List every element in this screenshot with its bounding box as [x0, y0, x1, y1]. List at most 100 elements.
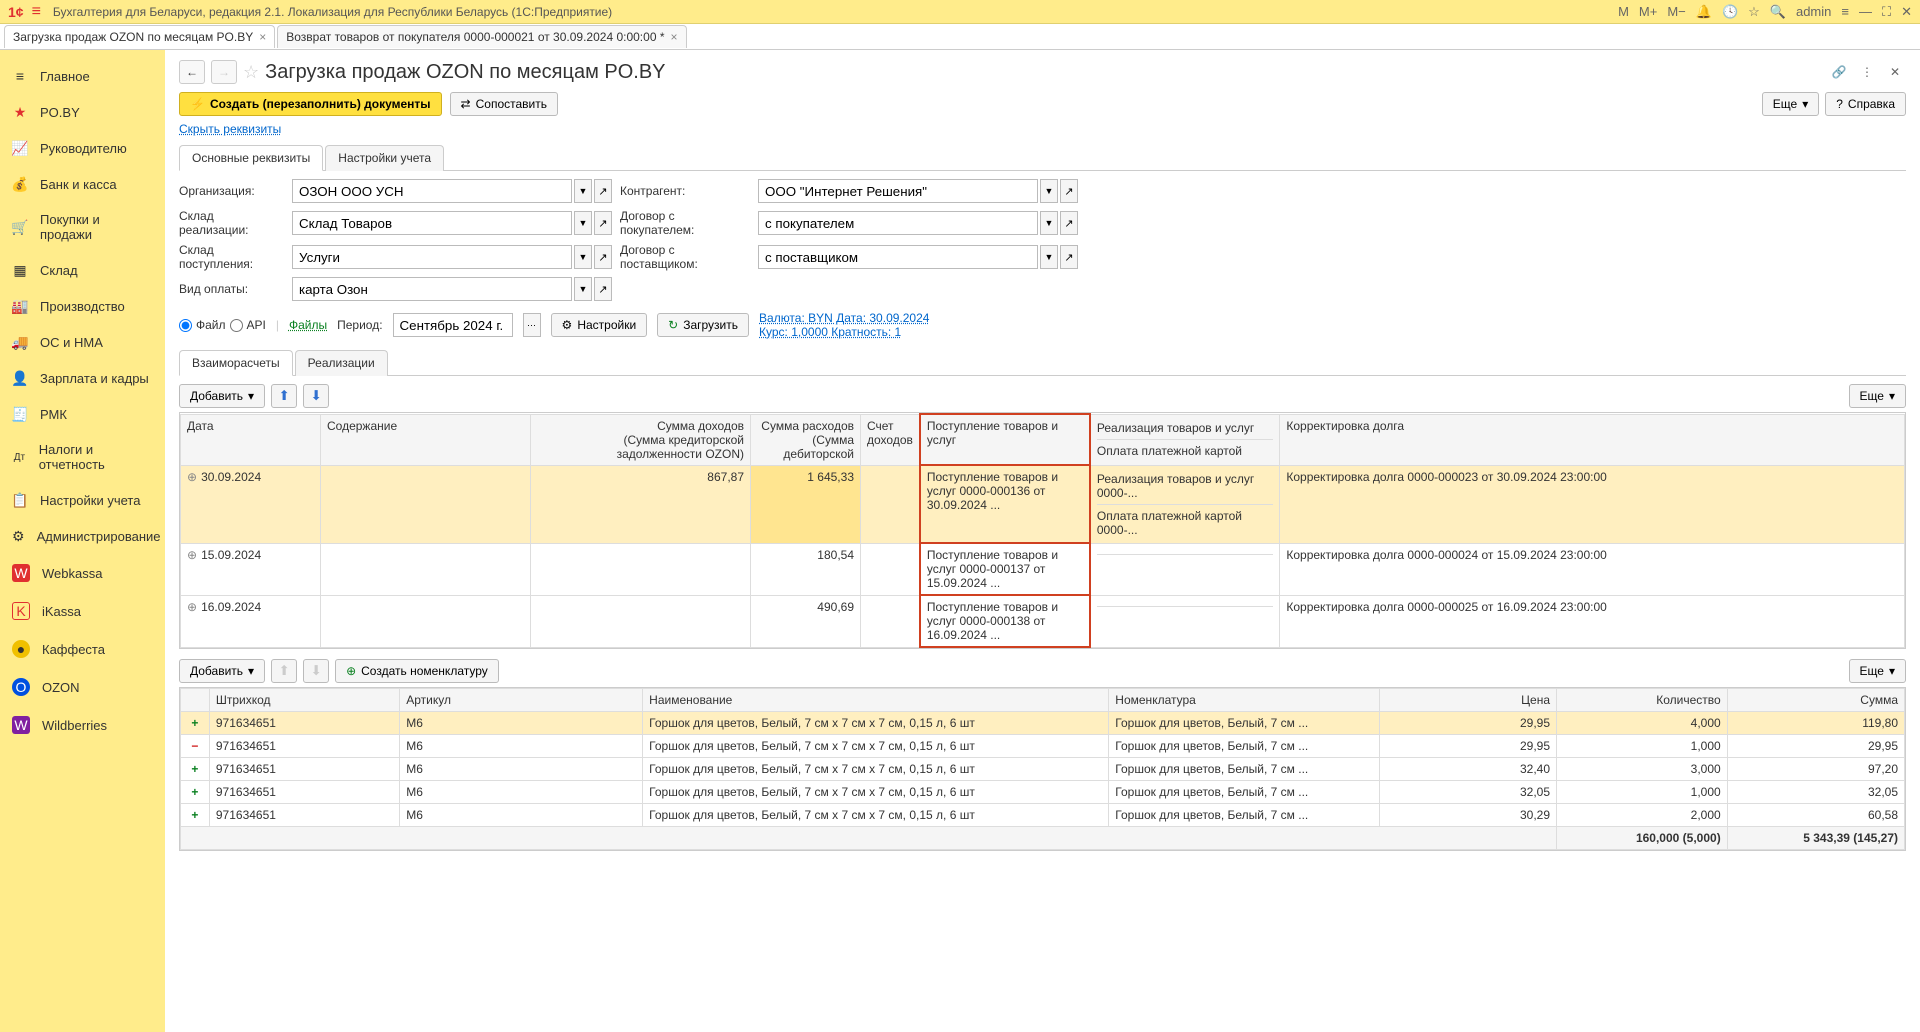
cell-date[interactable]: ⊕30.09.2024 — [181, 465, 321, 543]
sidebar-item-assets[interactable]: 🚚ОС и НМА — [0, 324, 165, 360]
close-icon[interactable]: ✕ — [1901, 4, 1912, 20]
col-price[interactable]: Цена — [1379, 689, 1556, 712]
radio-file[interactable]: Файл — [179, 318, 226, 332]
open-icon[interactable]: ↗ — [594, 179, 612, 203]
cell-post[interactable]: Поступление товаров и услуг 0000-000136 … — [920, 465, 1090, 543]
col-qty[interactable]: Количество — [1557, 689, 1728, 712]
open-icon[interactable]: ↗ — [594, 277, 612, 301]
more-button-table[interactable]: Еще ▾ — [1849, 384, 1906, 408]
cell-real[interactable]: Реализация товаров и услуг 0000-...Оплат… — [1090, 465, 1280, 543]
tab-return[interactable]: Возврат товаров от покупателя 0000-00002… — [277, 25, 686, 48]
radio-file-input[interactable] — [179, 319, 192, 332]
col-sum[interactable]: Сумма — [1727, 689, 1904, 712]
sidebar-item-manager[interactable]: 📈Руководителю — [0, 130, 165, 166]
bell-icon[interactable]: 🔔 — [1696, 4, 1712, 20]
dog-post-input[interactable] — [758, 245, 1038, 269]
expand-icon[interactable]: ⊕ — [187, 600, 197, 614]
dropdown-icon[interactable]: ▼ — [574, 211, 592, 235]
sidebar-item-settings[interactable]: 📋Настройки учета — [0, 482, 165, 518]
period-input[interactable] — [393, 313, 513, 337]
cell-qty[interactable]: 3,000 — [1557, 758, 1728, 781]
cell-nom[interactable]: Горшок для цветов, Белый, 7 см ... — [1109, 804, 1379, 827]
cell-price[interactable]: 29,95 — [1379, 712, 1556, 735]
radio-api-input[interactable] — [230, 319, 243, 332]
sidebar-item-bank[interactable]: 💰Банк и касса — [0, 166, 165, 202]
sidebar-item-poby[interactable]: ★PO.BY — [0, 94, 165, 130]
cell-date[interactable]: ⊕16.09.2024 — [181, 595, 321, 647]
move-up-button[interactable]: ⬆ — [271, 384, 297, 408]
dropdown-icon[interactable]: ▼ — [574, 179, 592, 203]
sidebar-item-ozon[interactable]: OOZON — [0, 668, 165, 706]
tab-close-icon[interactable]: × — [259, 30, 266, 44]
open-icon[interactable]: ↗ — [1060, 179, 1078, 203]
move-down-button-bottom[interactable]: ⬇ — [303, 659, 329, 683]
col-name[interactable]: Наименование — [643, 689, 1109, 712]
sidebar-item-production[interactable]: 🏭Производство — [0, 288, 165, 324]
cell-qty[interactable]: 1,000 — [1557, 781, 1728, 804]
cell-post[interactable]: Поступление товаров и услуг 0000-000137 … — [920, 543, 1090, 595]
cell-corr[interactable]: Корректировка долга 0000-000025 от 16.09… — [1280, 595, 1905, 647]
dropdown-icon[interactable]: ▼ — [1040, 211, 1058, 235]
cell-barcode[interactable]: 971634651 — [209, 804, 399, 827]
cell-income[interactable]: 867,87 — [531, 465, 751, 543]
user-label[interactable]: admin — [1796, 4, 1831, 19]
open-icon[interactable]: ↗ — [1060, 245, 1078, 269]
table-row[interactable]: + 971634651 M6 Горшок для цветов, Белый,… — [181, 781, 1905, 804]
rate-link[interactable]: Курс: 1,0000 Кратность: 1 — [759, 325, 929, 339]
more-icon[interactable]: ⋮ — [1856, 61, 1878, 83]
cell-art[interactable]: M6 — [400, 735, 643, 758]
dropdown-icon[interactable]: ▼ — [574, 245, 592, 269]
cell-nom[interactable]: Горшок для цветов, Белый, 7 см ... — [1109, 758, 1379, 781]
create-docs-button[interactable]: ⚡Создать (перезаполнить) документы — [179, 92, 442, 116]
tab-settlements[interactable]: Взаиморасчеты — [179, 350, 293, 376]
expand-icon[interactable]: ⊕ — [187, 548, 197, 562]
cell-qty[interactable]: 4,000 — [1557, 712, 1728, 735]
table-row[interactable]: + 971634651 M6 Горшок для цветов, Белый,… — [181, 804, 1905, 827]
tab-close-icon[interactable]: × — [671, 30, 678, 44]
star-icon[interactable]: ☆ — [1748, 4, 1760, 20]
more-button-bottom[interactable]: Еще ▾ — [1849, 659, 1906, 683]
cell-price[interactable]: 29,95 — [1379, 735, 1556, 758]
sidebar-item-hr[interactable]: 👤Зарплата и кадры — [0, 360, 165, 396]
cell-content[interactable] — [321, 543, 531, 595]
sidebar-item-admin[interactable]: ⚙Администрирование — [0, 518, 165, 554]
cell-barcode[interactable]: 971634651 — [209, 758, 399, 781]
cell-sign[interactable]: + — [181, 781, 210, 804]
cell-name[interactable]: Горшок для цветов, Белый, 7 см x 7 см x … — [643, 804, 1109, 827]
more-button[interactable]: Еще ▾ — [1762, 92, 1819, 116]
history-icon[interactable]: 🕓 — [1722, 4, 1738, 20]
currency-link[interactable]: Валюта: BYN Дата: 30.09.2024 — [759, 311, 929, 325]
expand-icon[interactable]: ⊕ — [187, 470, 197, 484]
table-row[interactable]: ⊕15.09.2024 180,54 Поступление товаров и… — [181, 543, 1905, 595]
cell-name[interactable]: Горшок для цветов, Белый, 7 см x 7 см x … — [643, 712, 1109, 735]
cell-income[interactable] — [531, 595, 751, 647]
cell-sum[interactable]: 32,05 — [1727, 781, 1904, 804]
cell-name[interactable]: Горшок для цветов, Белый, 7 см x 7 см x … — [643, 758, 1109, 781]
add-button-bottom[interactable]: Добавить ▾ — [179, 659, 265, 683]
cell-nom[interactable]: Горшок для цветов, Белый, 7 см ... — [1109, 781, 1379, 804]
cell-barcode[interactable]: 971634651 — [209, 712, 399, 735]
cell-sum[interactable]: 29,95 — [1727, 735, 1904, 758]
dropdown-icon[interactable]: ▼ — [574, 277, 592, 301]
sklad-real-input[interactable] — [292, 211, 572, 235]
mem-m[interactable]: M — [1618, 4, 1629, 19]
create-nom-button[interactable]: ⊕Создать номенклатуру — [335, 659, 499, 683]
hide-requisites-link[interactable]: Скрыть реквизиты — [179, 122, 281, 136]
col-art[interactable]: Артикул — [400, 689, 643, 712]
maximize-icon[interactable]: ⛶ — [1882, 4, 1891, 20]
col-expense[interactable]: Сумма расходов(Сумма дебиторской — [751, 414, 861, 465]
dropdown-icon[interactable]: ▼ — [1040, 179, 1058, 203]
open-icon[interactable]: ↗ — [594, 245, 612, 269]
col-corr[interactable]: Корректировка долга — [1280, 414, 1905, 465]
menu-icon[interactable]: ≡ — [32, 3, 41, 21]
minimize-icon[interactable]: — — [1859, 4, 1872, 19]
cell-expense[interactable]: 1 645,33 — [751, 465, 861, 543]
open-icon[interactable]: ↗ — [1060, 211, 1078, 235]
favorite-icon[interactable]: ☆ — [243, 62, 259, 83]
col-content[interactable]: Содержание — [321, 414, 531, 465]
search-icon[interactable]: 🔍 — [1770, 4, 1786, 20]
files-link[interactable]: Файлы — [289, 318, 327, 332]
forward-button[interactable]: → — [211, 60, 237, 84]
radio-api[interactable]: API — [230, 318, 266, 332]
help-button[interactable]: ? Справка — [1825, 92, 1906, 116]
